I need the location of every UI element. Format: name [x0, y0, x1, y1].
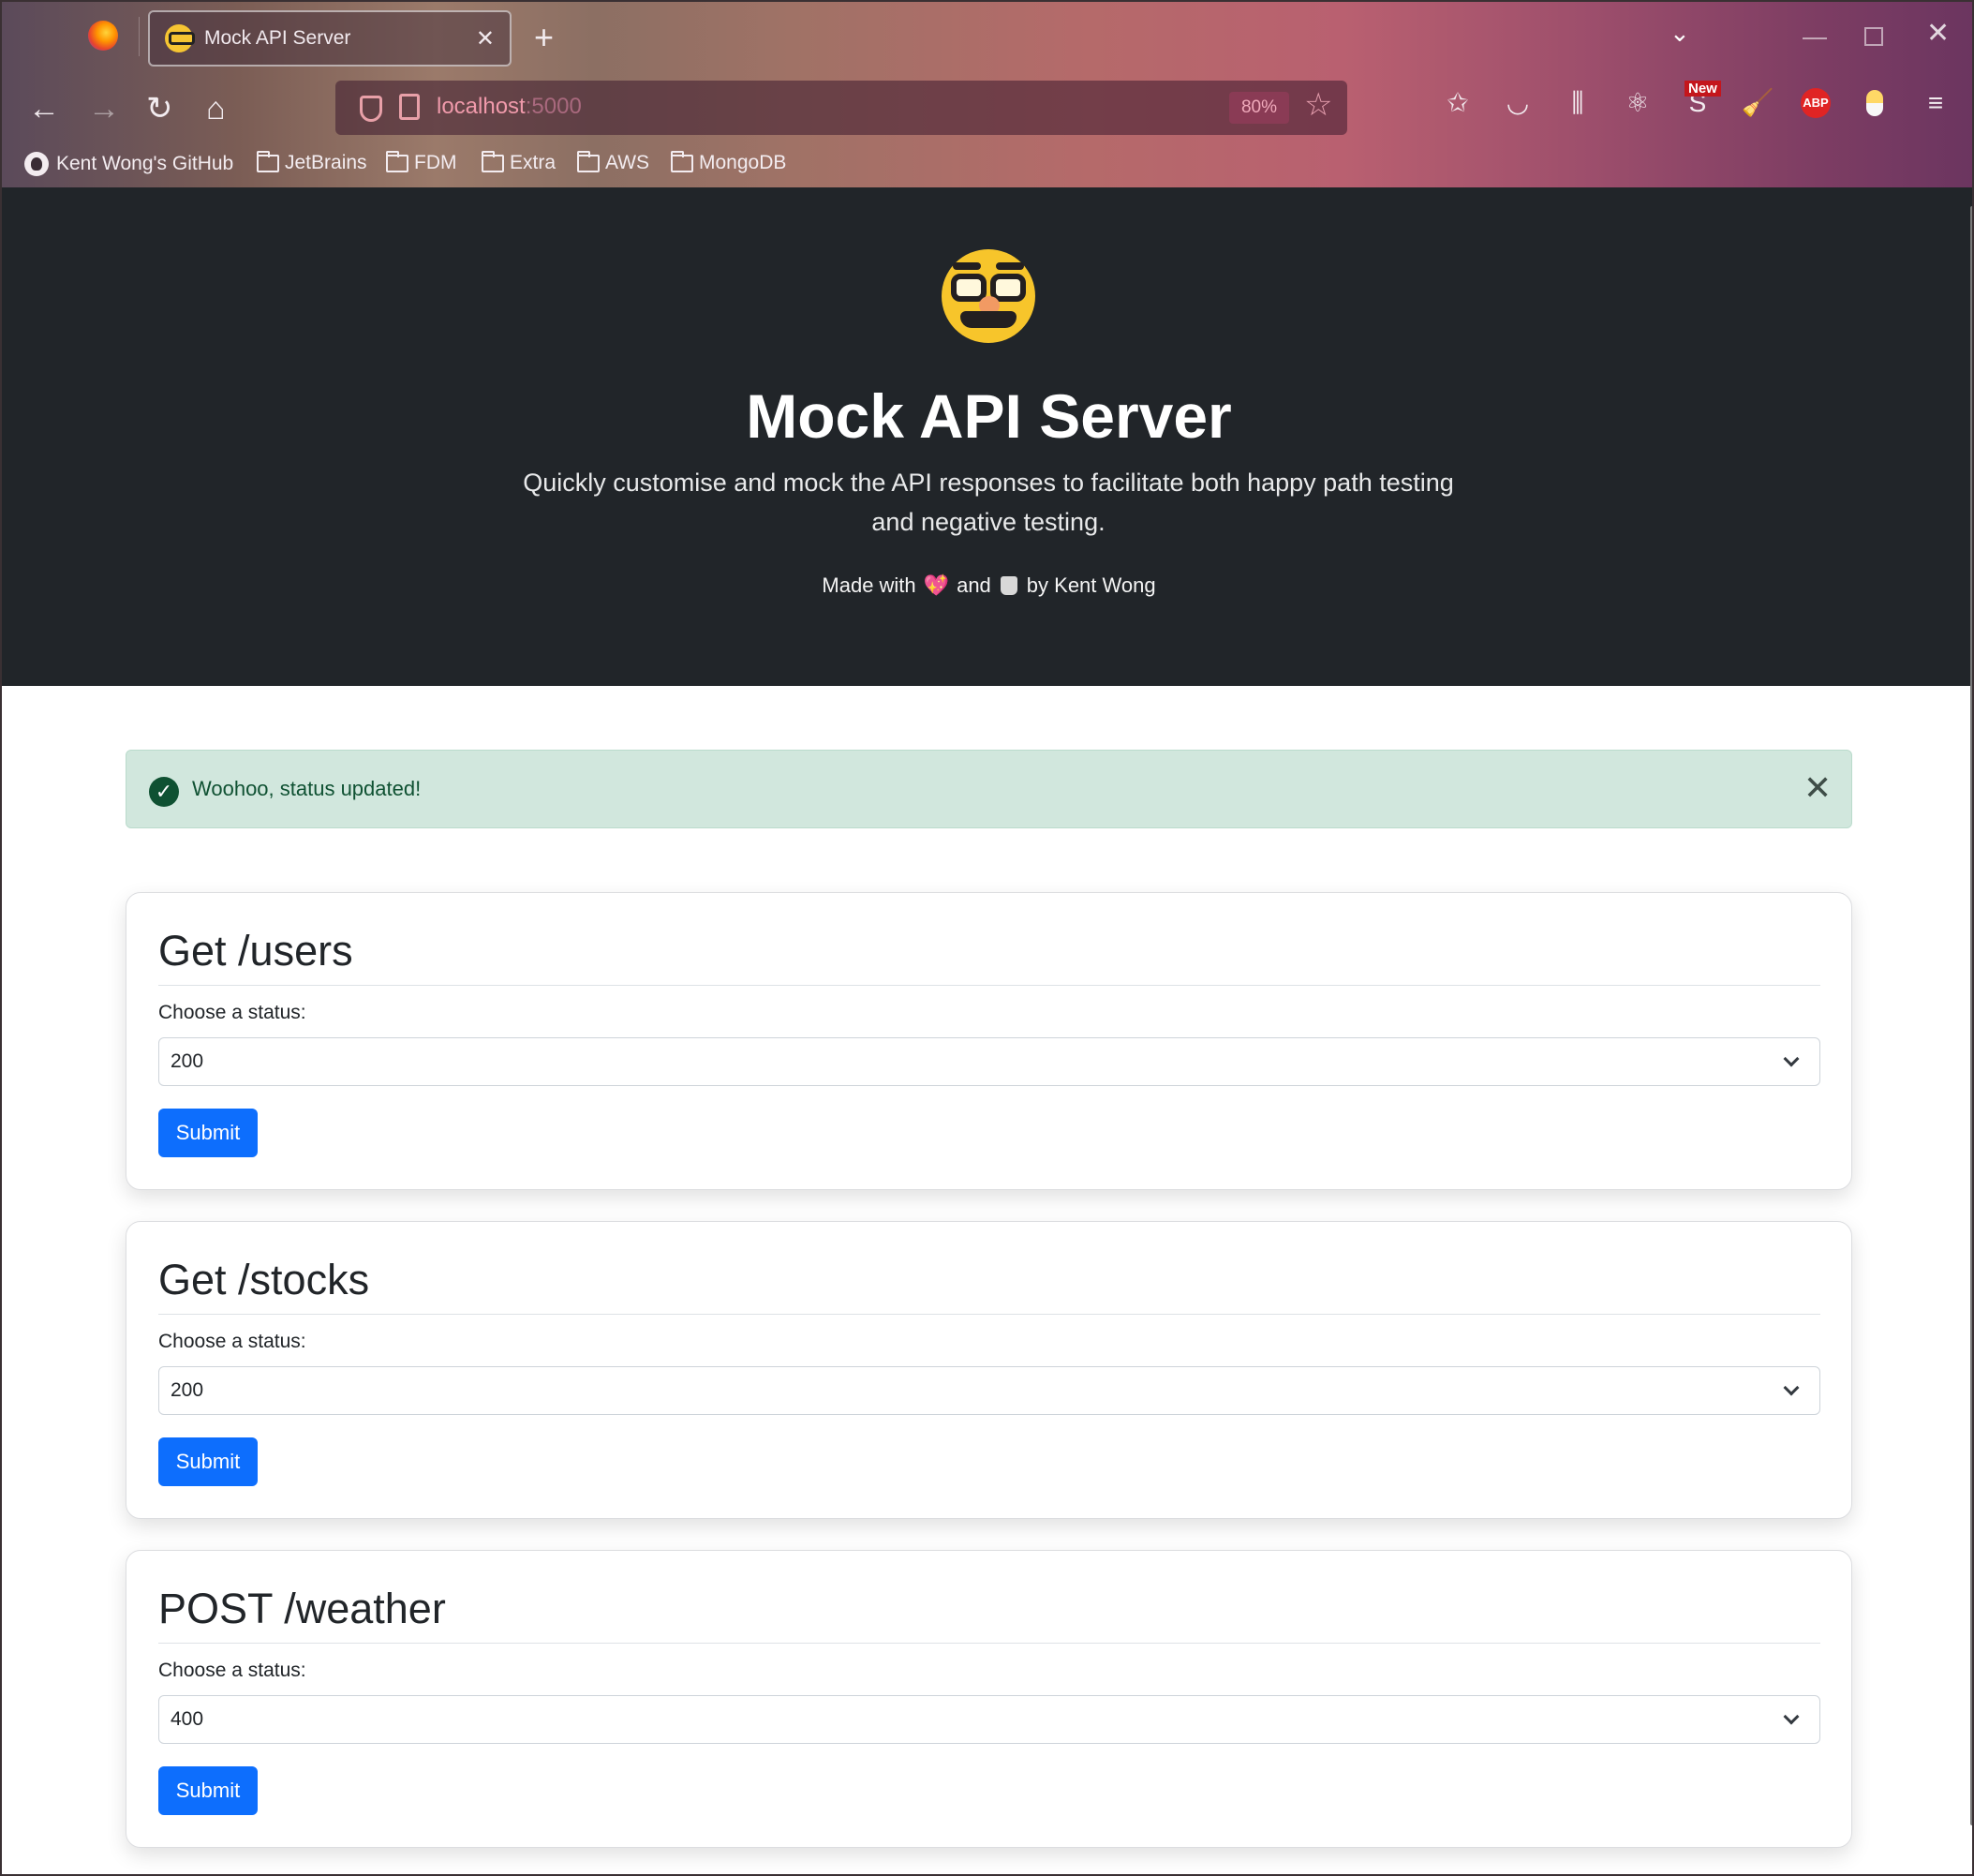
status-label: Choose a status: [158, 1660, 306, 1681]
github-icon [24, 152, 49, 176]
card-title: Get /stocks [158, 1256, 370, 1303]
bookmark-label: Kent Wong's GitHub [56, 153, 234, 174]
endpoint-card-weather: POST /weather Choose a status: 400 Submi… [126, 1550, 1852, 1848]
page-content: Mock API Server Quickly customise and mo… [2, 187, 1972, 1874]
tab-close-icon[interactable]: ✕ [476, 25, 495, 52]
submit-button[interactable]: Submit [158, 1437, 258, 1486]
bookmark-label: FDM [414, 152, 457, 173]
folder-icon [386, 150, 408, 172]
url-port: :5000 [525, 94, 582, 119]
chevron-down-icon [1783, 1708, 1800, 1725]
window-close-button[interactable]: ✕ [1926, 17, 1950, 50]
status-label: Choose a status: [158, 1331, 306, 1352]
credit-and: and [957, 573, 991, 597]
react-devtools-icon[interactable]: ⚛ [1621, 86, 1655, 120]
hero-credit: Made with 💖 and by Kent Wong [2, 573, 1972, 598]
minimize-button[interactable] [1803, 37, 1827, 39]
forward-button[interactable]: → [88, 90, 120, 127]
divider [158, 985, 1820, 986]
pocket-icon[interactable]: ◡ [1501, 86, 1535, 120]
credit-prefix: Made with [822, 573, 916, 597]
bookmark-star-icon[interactable]: ☆ [1304, 86, 1332, 124]
status-select[interactable]: 200 [158, 1037, 1820, 1086]
bookmark-label: JetBrains [285, 152, 367, 173]
tab-separator [139, 17, 140, 56]
browser-window: Mock API Server ✕ + ⌄ ✕ ← → ↻ ⌂ localhos… [0, 0, 1974, 1876]
status-select-value: 400 [171, 1708, 204, 1730]
home-button[interactable]: ⌂ [206, 90, 226, 127]
success-alert: ✓ Woohoo, status updated! ✕ [126, 750, 1852, 828]
submit-button[interactable]: Submit [158, 1766, 258, 1815]
bookmark-folder-mongodb[interactable]: MongoDB [671, 150, 787, 174]
card-title: POST /weather [158, 1585, 446, 1632]
bookmark-folder-jetbrains[interactable]: JetBrains [257, 150, 367, 174]
back-button[interactable]: ← [28, 90, 60, 127]
folder-icon [671, 150, 693, 172]
tab-mock-api-server[interactable]: Mock API Server ✕ [148, 10, 512, 67]
url-bar[interactable]: localhost:5000 80% ☆ [335, 81, 1347, 135]
status-select[interactable]: 200 [158, 1366, 1820, 1415]
reload-button[interactable]: ↻ [146, 90, 173, 127]
tab-title: Mock API Server [204, 27, 351, 49]
check-circle-icon: ✓ [149, 777, 179, 807]
page-info-icon[interactable] [399, 94, 420, 120]
credit-suffix: by Kent Wong [1026, 573, 1156, 597]
page-scrollbar[interactable] [1970, 206, 1972, 1825]
submit-button[interactable]: Submit [158, 1109, 258, 1157]
browser-chrome: Mock API Server ✕ + ⌄ ✕ ← → ↻ ⌂ localhos… [2, 2, 1972, 187]
nav-toolbar: ← → ↻ ⌂ localhost:5000 80% ☆ ✩ ◡ ⫼ ⚛ S N… [2, 77, 1972, 141]
bookmark-folder-extra[interactable]: Extra [482, 150, 557, 174]
bookmark-folder-fdm[interactable]: FDM [386, 150, 457, 174]
disguised-face-icon [165, 24, 195, 52]
chevron-down-icon [1783, 1379, 1800, 1396]
bookmarks-toolbar: Kent Wong's GitHub JetBrains FDM Extra A… [2, 148, 1972, 186]
new-tab-button[interactable]: + [534, 19, 554, 56]
zoom-level-badge[interactable]: 80% [1229, 92, 1289, 124]
firefox-logo-icon[interactable] [88, 21, 118, 51]
new-badge: New [1685, 81, 1721, 97]
folder-icon [577, 150, 600, 172]
coffee-icon [1000, 576, 1017, 595]
library-icon[interactable]: ⫼ [1561, 86, 1595, 120]
chevron-down-icon [1783, 1050, 1800, 1067]
extension-pill-icon[interactable] [1866, 90, 1883, 116]
heart-icon: 💖 [923, 573, 950, 597]
extension-broom-icon[interactable]: 🧹 [1741, 86, 1774, 120]
url-text[interactable]: localhost:5000 [437, 94, 582, 120]
status-select-value: 200 [171, 1379, 204, 1401]
folder-icon [257, 150, 279, 172]
maximize-button[interactable] [1864, 27, 1883, 46]
status-label: Choose a status: [158, 1002, 306, 1023]
bookmark-label: Extra [510, 152, 557, 173]
bookmarks-star-list-icon[interactable]: ✩ [1441, 86, 1475, 120]
list-tabs-chevron-icon[interactable]: ⌄ [1670, 19, 1690, 48]
url-host: localhost [437, 94, 526, 119]
bookmark-folder-aws[interactable]: AWS [577, 150, 650, 174]
bookmark-label: AWS [605, 152, 650, 173]
tab-strip: Mock API Server ✕ + ⌄ ✕ [2, 2, 1972, 75]
bookmark-github[interactable]: Kent Wong's GitHub [24, 152, 233, 176]
endpoint-card-stocks: Get /stocks Choose a status: 200 Submit [126, 1221, 1852, 1519]
hero-lead: Quickly customise and mock the API respo… [523, 469, 1454, 536]
tracking-shield-icon[interactable] [360, 96, 382, 122]
hero-banner: Mock API Server Quickly customise and mo… [2, 187, 1972, 686]
divider [158, 1643, 1820, 1644]
folder-icon [482, 150, 504, 172]
bookmark-label: MongoDB [699, 152, 787, 173]
adblock-plus-icon[interactable]: ABP [1801, 88, 1831, 118]
menu-hamburger-icon[interactable]: ≡ [1919, 86, 1952, 120]
page-title: Mock API Server [746, 381, 1232, 451]
endpoint-card-users: Get /users Choose a status: 200 Submit [126, 892, 1852, 1190]
card-title: Get /users [158, 927, 353, 975]
disguised-face-icon [942, 249, 1035, 343]
alert-close-icon[interactable]: ✕ [1803, 767, 1832, 809]
status-select[interactable]: 400 [158, 1695, 1820, 1744]
alert-message: Woohoo, status updated! [192, 777, 422, 800]
divider [158, 1314, 1820, 1315]
status-select-value: 200 [171, 1050, 204, 1072]
